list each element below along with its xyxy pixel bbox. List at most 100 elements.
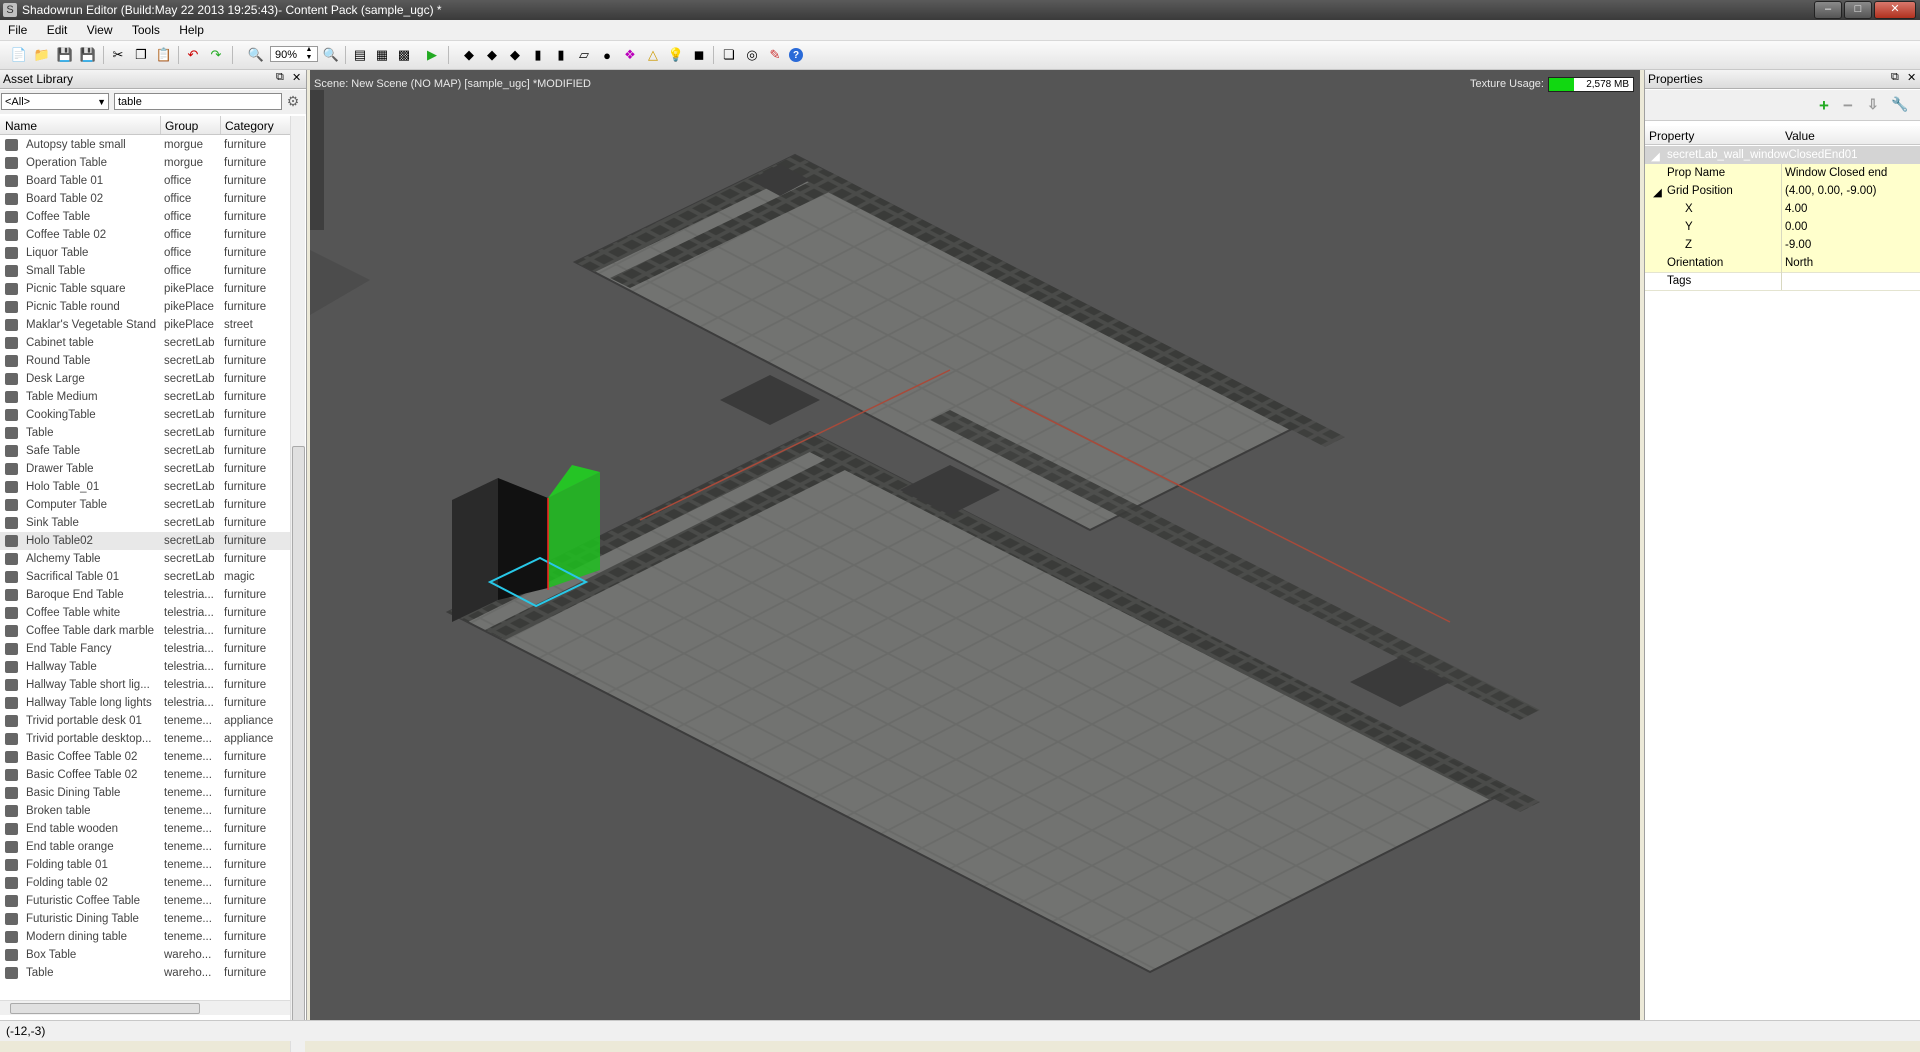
property-row[interactable]: Prop Name Window Closed end — [1645, 164, 1920, 183]
collapse-icon[interactable]: ◢ — [1651, 149, 1660, 163]
property-value[interactable]: North — [1785, 257, 1813, 269]
asset-row[interactable]: Hallway Table telestria... furniture — [0, 658, 290, 676]
wrench-icon[interactable]: 🔧 — [1891, 96, 1908, 113]
asset-row[interactable]: Safe Table secretLab furniture — [0, 442, 290, 460]
add-property-icon[interactable]: + — [1819, 96, 1829, 116]
asset-row[interactable]: Broken table teneme... furniture — [0, 802, 290, 820]
wall-window-front[interactable] — [498, 478, 548, 600]
floor-tile-2-icon[interactable]: ◆ — [483, 46, 501, 64]
asset-row[interactable]: Picnic Table square pikePlace furniture — [0, 280, 290, 298]
save-all-icon[interactable]: 💾 — [79, 46, 97, 64]
property-value[interactable]: Window Closed end — [1785, 167, 1887, 179]
property-row[interactable]: Y 0.00 — [1645, 218, 1920, 237]
layers-icon[interactable]: ▤ — [351, 46, 369, 64]
asset-row[interactable]: Box Table wareho... furniture — [0, 946, 290, 964]
new-file-icon[interactable]: 📄 — [10, 46, 28, 64]
asset-row[interactable]: Sacrifical Table 01 secretLab magic — [0, 568, 290, 586]
asset-row[interactable]: Hallway Table short lig... telestria... fu… — [0, 676, 290, 694]
asset-row[interactable]: Trivid portable desk 01 teneme... applianc… — [0, 712, 290, 730]
property-row[interactable]: Z -9.00 — [1645, 236, 1920, 255]
property-row[interactable]: Orientation North — [1645, 254, 1920, 273]
asset-row[interactable]: Coffee Table dark marble telestria... furn… — [0, 622, 290, 640]
property-object-row[interactable]: ◢ secretLab_wall_windowClosedEnd01 — [1645, 146, 1920, 165]
asset-row[interactable]: Picnic Table round pikePlace furniture — [0, 298, 290, 316]
scene-viewport[interactable]: Scene: New Scene (NO MAP) [sample_ugc] *… — [310, 70, 1640, 1020]
wall-window-left-face[interactable] — [452, 478, 498, 622]
asset-search-input[interactable]: table — [114, 93, 282, 110]
close-button[interactable]: ✕ — [1874, 1, 1916, 19]
minimize-button[interactable]: – — [1814, 1, 1842, 19]
asset-row[interactable]: CookingTable secretLab furniture — [0, 406, 290, 424]
asset-row[interactable]: Small Table office furniture — [0, 262, 290, 280]
grid-icon[interactable]: ▦ — [373, 46, 391, 64]
open-folder-icon[interactable]: 📁 — [33, 46, 51, 64]
asset-row[interactable]: Futuristic Dining Table teneme... furnitur… — [0, 910, 290, 928]
property-value[interactable]: -9.00 — [1785, 239, 1811, 251]
asset-row[interactable]: End table wooden teneme... furniture — [0, 820, 290, 838]
close-panel-icon[interactable]: ✕ — [1907, 71, 1916, 84]
asset-row[interactable]: Drawer Table secretLab furniture — [0, 460, 290, 478]
actor-icon[interactable]: ● — [598, 46, 616, 64]
prop-icon[interactable]: ▱ — [575, 46, 593, 64]
property-value[interactable]: (4.00, 0.00, -9.00) — [1785, 185, 1876, 197]
asset-row[interactable]: Table wareho... furniture — [0, 964, 290, 982]
asset-list-hscrollbar[interactable] — [0, 1000, 290, 1015]
asset-row[interactable]: Table secretLab furniture — [0, 424, 290, 442]
brush-icon[interactable]: ✎ — [766, 46, 784, 64]
expand-icon[interactable]: ◢ — [1653, 185, 1662, 199]
cube-icon[interactable]: ❏ — [720, 46, 738, 64]
property-row[interactable]: X 4.00 — [1645, 200, 1920, 219]
asset-row[interactable]: Holo Table_01 secretLab furniture — [0, 478, 290, 496]
asset-row[interactable]: End Table Fancy telestria... furniture — [0, 640, 290, 658]
asset-row[interactable]: Operation Table morgue furniture — [0, 154, 290, 172]
asset-row[interactable]: Basic Coffee Table 02 teneme... furniture — [0, 766, 290, 784]
float-panel-icon[interactable]: ⧉ — [1891, 71, 1899, 84]
paste-icon[interactable]: 📋 — [155, 46, 173, 64]
asset-row[interactable]: Desk Large secretLab furniture — [0, 370, 290, 388]
asset-list-vscrollbar[interactable] — [290, 116, 305, 1052]
remove-property-icon[interactable]: − — [1843, 96, 1853, 116]
save-icon[interactable]: 💾 — [56, 46, 74, 64]
scene-canvas[interactable] — [310, 70, 1640, 1020]
asset-row[interactable]: Hallway Table long lights telestria... fur… — [0, 694, 290, 712]
wall-icon[interactable]: ▮ — [529, 46, 547, 64]
maximize-button[interactable]: □ — [1844, 1, 1872, 19]
map-icon[interactable]: ▩ — [395, 46, 413, 64]
copy-icon[interactable]: ❐ — [132, 46, 150, 64]
asset-row[interactable]: Sink Table secretLab furniture — [0, 514, 290, 532]
gear-icon[interactable]: ⚙ — [284, 93, 302, 111]
asset-row[interactable]: Basic Dining Table teneme... furniture — [0, 784, 290, 802]
asset-row[interactable]: Cabinet table secretLab furniture — [0, 334, 290, 352]
menu-tools[interactable]: Tools — [124, 20, 168, 37]
asset-row[interactable]: Board Table 02 office furniture — [0, 190, 290, 208]
asset-row[interactable]: Basic Coffee Table 02 teneme... furniture — [0, 748, 290, 766]
column-name[interactable]: Name — [5, 119, 37, 133]
ambient-icon[interactable]: ◼ — [690, 46, 708, 64]
asset-row[interactable]: Coffee Table office furniture — [0, 208, 290, 226]
asset-row[interactable]: Futuristic Coffee Table teneme... furnitur… — [0, 892, 290, 910]
asset-row[interactable]: Liquor Table office furniture — [0, 244, 290, 262]
asset-row[interactable]: Baroque End Table telestria... furniture — [0, 586, 290, 604]
asset-row[interactable]: Computer Table secretLab furniture — [0, 496, 290, 514]
group-filter-select[interactable]: <All> ▼ — [1, 93, 109, 110]
asset-row[interactable]: Round Table secretLab furniture — [0, 352, 290, 370]
menu-view[interactable]: View — [79, 20, 121, 37]
float-panel-icon[interactable]: ⧉ — [276, 71, 284, 84]
path-icon[interactable]: △ — [644, 46, 662, 64]
wall-2-icon[interactable]: ▮ — [552, 46, 570, 64]
asset-row[interactable]: Coffee Table 02 office furniture — [0, 226, 290, 244]
menu-file[interactable]: File — [0, 20, 35, 37]
asset-row[interactable]: Autopsy table small morgue furniture — [0, 136, 290, 154]
menu-edit[interactable]: Edit — [39, 20, 76, 37]
hscroll-thumb[interactable] — [10, 1003, 200, 1014]
redo-icon[interactable]: ↷ — [207, 46, 225, 64]
asset-row[interactable]: Alchemy Table secretLab furniture — [0, 550, 290, 568]
compass-icon[interactable]: ◎ — [743, 46, 761, 64]
asset-row[interactable]: Table Medium secretLab furniture — [0, 388, 290, 406]
zoom-spinner[interactable]: ▲ ▼ — [302, 46, 316, 62]
floor-tile-icon[interactable]: ◆ — [460, 46, 478, 64]
vscroll-thumb[interactable] — [292, 446, 305, 1023]
wall-fragment[interactable] — [310, 90, 324, 230]
play-icon[interactable]: ▶ — [423, 46, 441, 64]
property-value[interactable]: 4.00 — [1785, 203, 1807, 215]
